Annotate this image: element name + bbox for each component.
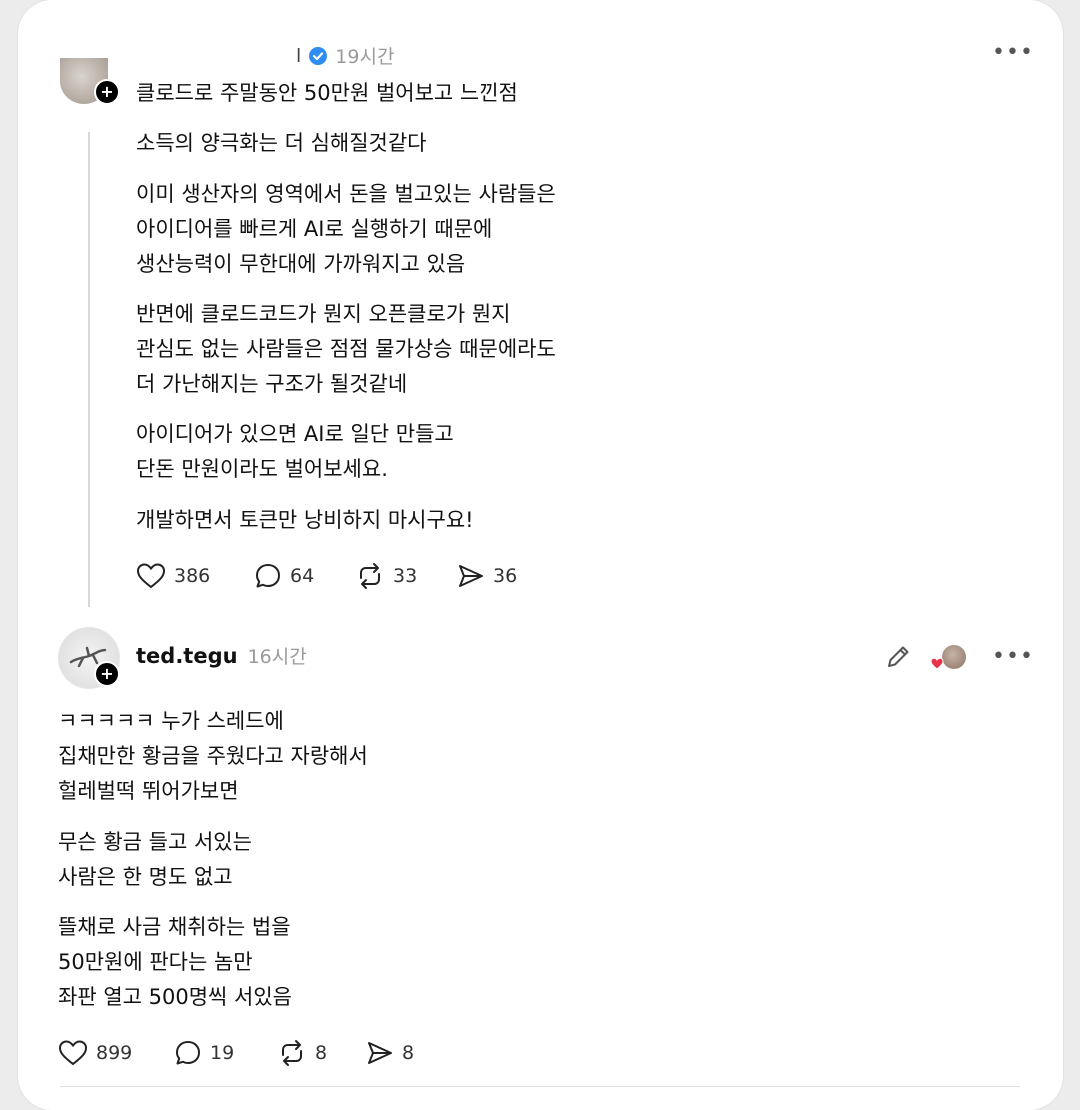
repost-button[interactable]: 8 <box>277 1039 327 1067</box>
post1-paragraph-3: 반면에 클로드코드가 뭔지 오픈클로가 뭔지 관심도 없는 사람들은 점점 물가… <box>136 302 556 396</box>
share-button[interactable]: 8 <box>366 1039 414 1067</box>
liked-heart-icon <box>930 655 944 674</box>
share-count: 36 <box>493 565 518 587</box>
post-divider <box>60 1086 1020 1087</box>
post2-username[interactable]: ted.tegu <box>136 644 238 668</box>
share-icon <box>366 1039 394 1067</box>
comment-count: 64 <box>290 565 315 587</box>
follow-plus-icon[interactable]: + <box>94 661 120 687</box>
more-icon[interactable]: ••• <box>992 644 1034 669</box>
comment-button[interactable]: 19 <box>174 1039 234 1067</box>
liked-by-avatar[interactable] <box>942 645 966 669</box>
repost-icon <box>355 562 385 590</box>
like-button[interactable]: 899 <box>58 1039 132 1067</box>
post1-meta: l 19시간 <box>296 42 394 69</box>
repost-count: 8 <box>315 1042 328 1064</box>
repost-icon <box>277 1039 307 1067</box>
follow-plus-icon[interactable]: + <box>94 79 120 105</box>
post1-title: 클로드로 주말동안 50만원 벌어보고 느낀점 <box>136 81 518 105</box>
heart-icon <box>58 1039 88 1067</box>
post1-paragraph-4: 아이디어가 있으면 AI로 일단 만들고 단돈 만원이라도 벌어보세요. <box>136 422 454 481</box>
share-count: 8 <box>402 1042 415 1064</box>
pencil-icon[interactable] <box>884 643 912 675</box>
comment-button[interactable]: 64 <box>254 562 314 590</box>
post1-paragraph-5: 개발하면서 토큰만 낭비하지 마시구요! <box>136 508 474 532</box>
comment-icon <box>254 562 282 590</box>
post1-paragraph-2: 이미 생산자의 영역에서 돈을 벌고있는 사람들은 아이디어를 빠르게 AI로 … <box>136 182 556 276</box>
post2-time: 16시간 <box>247 646 307 668</box>
more-icon[interactable]: ••• <box>992 40 1034 65</box>
post1-time: 19시간 <box>335 46 395 68</box>
share-icon <box>457 562 485 590</box>
thread-connector-line <box>88 132 90 607</box>
post2-paragraph-2: 무슨 황금 들고 서있는 사람은 한 명도 없고 <box>58 830 252 889</box>
repost-count: 33 <box>393 565 418 587</box>
repost-button[interactable]: 33 <box>355 562 417 590</box>
post1-paragraph-1: 소득의 양극화는 더 심해질것같다 <box>136 131 427 155</box>
post2-paragraph-1: ㅋㅋㅋㅋㅋ 누가 스레드에 집채만한 황금을 주웠다고 자랑해서 헐레벌떡 뛰어… <box>58 709 368 803</box>
username-truncated[interactable]: l <box>296 45 301 67</box>
post2-paragraph-3: 뜰채로 사금 채취하는 법을 50만원에 판다는 놈만 좌판 열고 500명씩 … <box>58 915 292 1009</box>
comment-icon <box>174 1039 202 1067</box>
comment-count: 19 <box>210 1042 235 1064</box>
like-count: 899 <box>96 1042 133 1064</box>
heart-icon <box>136 562 166 590</box>
post2-meta: ted.tegu 16시간 <box>136 642 307 669</box>
like-button[interactable]: 386 <box>136 562 210 590</box>
share-button[interactable]: 36 <box>457 562 517 590</box>
like-count: 386 <box>174 565 211 587</box>
verified-badge-icon <box>309 46 328 65</box>
